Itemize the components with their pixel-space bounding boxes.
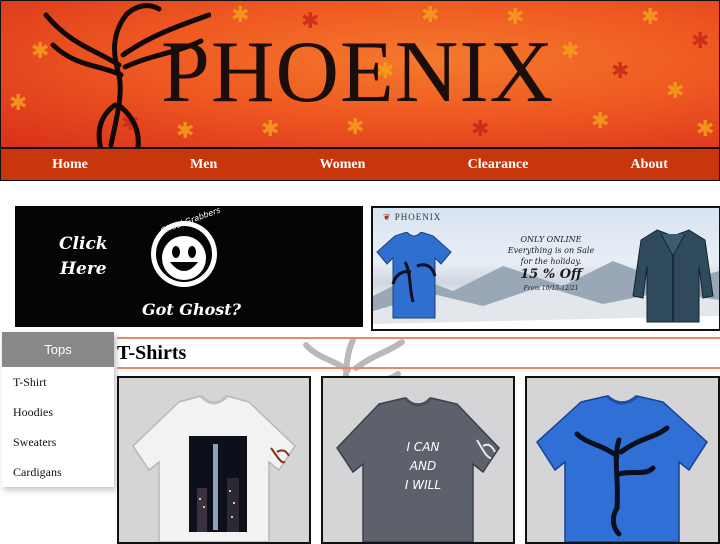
white-tshirt-image (132, 394, 296, 542)
got-ghost-tagline: Got Ghost? (142, 300, 242, 319)
sidebar-item-cardigans[interactable]: Cardigans (2, 457, 114, 487)
leaf-decoration: ✱ (666, 79, 685, 104)
leaf-decoration: ✱ (261, 117, 280, 142)
nav-men-link[interactable]: Men (190, 157, 217, 173)
blue-tshirt-image (376, 232, 452, 319)
category-sidebar: Tops T-Shirt Hoodies Sweaters Cardigans (2, 332, 114, 487)
nav-women-link[interactable]: Women (320, 157, 366, 173)
blue-tshirt-phoenix-image (536, 394, 708, 542)
promo-text-block: ONLY ONLINE Everything is on Sale for th… (507, 235, 595, 292)
section-title: T-Shirts (117, 342, 187, 364)
product-card-gray-tee[interactable]: I CAN AND I WILL (321, 376, 515, 544)
product-card-blue-tee[interactable] (525, 376, 720, 544)
main-nav: Home Men Women Clearance About (0, 147, 720, 181)
section-top-rule (117, 337, 720, 339)
sidebar-item-tshirt[interactable]: T-Shirt (2, 367, 114, 397)
ghost-smiley-icon (151, 221, 217, 287)
leaf-decoration: ✱ (9, 91, 28, 116)
leaf-decoration: ✱ (611, 59, 630, 84)
nav-home-link[interactable]: Home (52, 157, 88, 173)
ghost-ad-banner[interactable]: Click Here Ghoul Grabbers Got Ghost? (15, 206, 363, 327)
click-here-text: Click Here (59, 234, 108, 279)
sidebar-heading-tops[interactable]: Tops (2, 332, 114, 367)
leaf-decoration: ✱ (696, 117, 715, 142)
promo-brand: ❦ PHOENIX (383, 212, 442, 222)
holiday-sale-banner[interactable]: ❦ PHOENIX ONLY ONLINE Everything is on S… (371, 206, 720, 331)
leaf-decoration: ✱ (691, 29, 710, 54)
nav-about-link[interactable]: About (631, 157, 668, 173)
header-banner: ✱ ✱ ✱ ✱ ✱ ✱ ✱ ✱ ✱ ✱ ✱ ✱ ✱ ✱ ✱ ✱ ✱ ✱ ✱ PH… (0, 0, 720, 148)
nav-clearance-link[interactable]: Clearance (468, 157, 529, 173)
i-can-and-i-will-print: I CAN AND I WILL (404, 440, 442, 492)
sidebar-item-sweaters[interactable]: Sweaters (2, 427, 114, 457)
section-bottom-rule (117, 367, 720, 369)
leaf-decoration: ✱ (641, 5, 660, 30)
denim-jacket-image (632, 229, 714, 323)
leaf-decoration: ✱ (591, 109, 610, 134)
product-card-white-tee[interactable] (117, 376, 311, 544)
site-logo-text: PHOENIX (161, 24, 555, 121)
sidebar-item-hoodies[interactable]: Hoodies (2, 397, 114, 427)
leaf-decoration: ✱ (561, 39, 580, 64)
leaf-decoration: ✱ (471, 117, 490, 142)
